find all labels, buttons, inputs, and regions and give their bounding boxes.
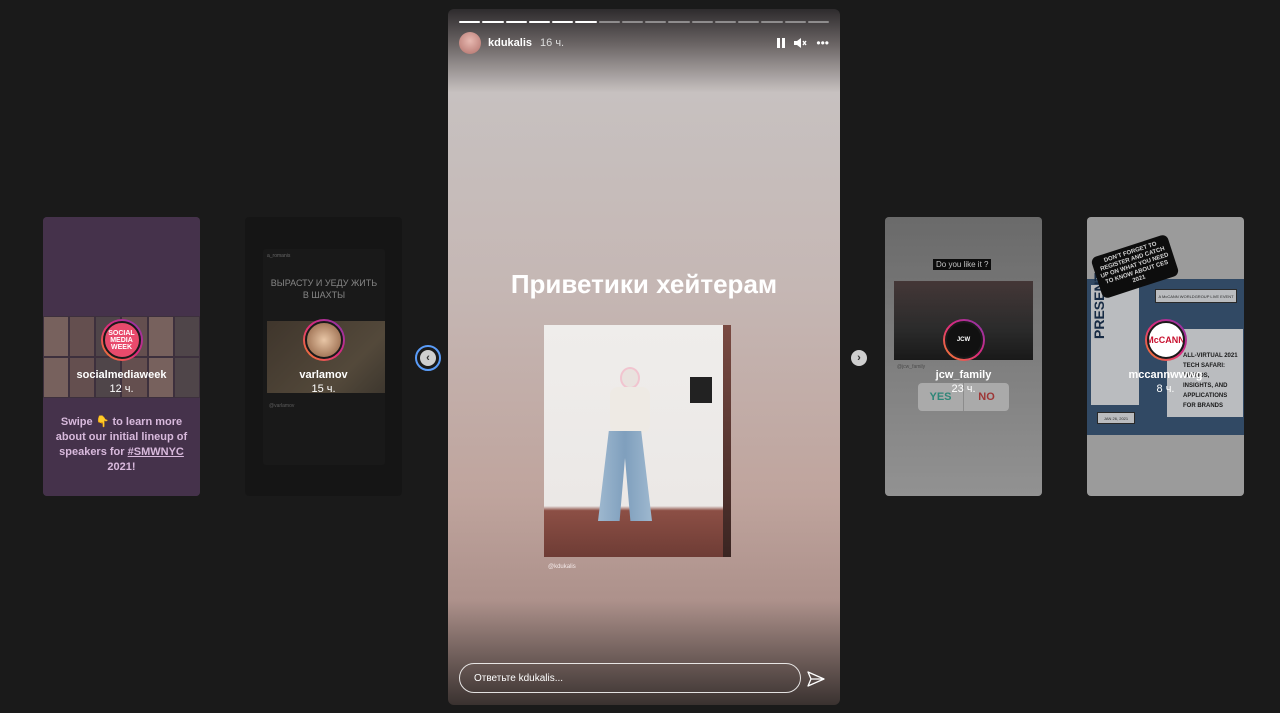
reply-input[interactable]: Ответьте kdukalis... [459,663,801,693]
progress-segment [714,21,736,23]
story-time: 15 ч. [311,383,336,395]
person-head [620,367,640,389]
send-icon[interactable] [806,669,826,689]
story-header: kdukalis 16 ч. ••• [459,32,829,54]
story-username: varlamov [299,369,348,381]
progress-segment [621,21,643,23]
progress-segment [761,21,783,23]
story-username: jcw_family [935,369,992,381]
progress-segment [807,21,829,23]
story-time: 16 ч. [540,37,565,49]
progress-segment [575,21,597,23]
person-legs [598,431,652,521]
story-preview-varlamov[interactable]: a_romanis ВЫРАСТУ И УЕДУ ЖИТЬ В ШАХТЫ @v… [245,217,402,496]
photo-edge [723,325,731,557]
progress-segment [598,21,620,23]
progress-segment [505,21,527,23]
promo-text: Swipe 👇 to learn more about our initial … [55,416,188,473]
story-photo [544,325,731,557]
chevron-left-icon: ‹ [426,352,430,364]
mute-icon[interactable] [794,37,807,49]
hashtag-link[interactable]: #SMWNYC [128,446,184,458]
avatar-ring: JCW [942,319,985,361]
progress-segment [691,21,713,23]
story-preview-socialmediaweek[interactable]: Swipe 👇 to learn more about our initial … [43,217,200,496]
progress-segment [738,21,760,23]
story-time: 12 ч. [109,383,134,395]
story-viewer[interactable]: kdukalis 16 ч. ••• Приветики хейтерам @k… [448,9,840,705]
previous-story-button[interactable]: ‹ [415,345,441,371]
progress-segment [784,21,806,23]
avatar-ring: SOCIAL MEDIA WEEK [100,319,143,361]
story-preview-jcw-family[interactable]: Do you like it ? @jcw_family YES NO JCW … [885,217,1042,496]
story-username: socialmediaweek [76,369,167,381]
story-username: mccannwwwg [1128,369,1203,381]
progress-bar [459,21,829,23]
pause-icon[interactable] [777,38,786,48]
progress-segment [645,21,667,23]
progress-segment [668,21,690,23]
chevron-right-icon: › [857,352,861,364]
person-body [610,387,650,433]
avatar: JCW [944,321,983,359]
story-time: 23 ч. [951,383,976,395]
avatar [304,321,343,359]
avatar-ring: McCANN [1144,319,1187,361]
avatar-ring [302,319,345,361]
progress-segment [528,21,550,23]
story-time: 8 ч. [1156,383,1175,395]
mailbox [690,377,712,403]
avatar: McCANN [1146,321,1185,359]
progress-segment [552,21,574,23]
story-preview-mccann[interactable]: PRESENTS A McCANN WORLDGROUP LIVE EVENT … [1087,217,1244,496]
story-headline: Приветики хейтерам [510,269,778,299]
avatar[interactable] [459,32,481,54]
more-options-icon[interactable]: ••• [816,36,829,50]
progress-segment [459,21,481,23]
photo-mention[interactable]: @kdukalis [548,564,576,570]
story-username[interactable]: kdukalis [488,37,532,49]
next-story-button[interactable]: › [851,350,867,366]
progress-segment [482,21,504,23]
avatar: SOCIAL MEDIA WEEK [102,321,141,359]
